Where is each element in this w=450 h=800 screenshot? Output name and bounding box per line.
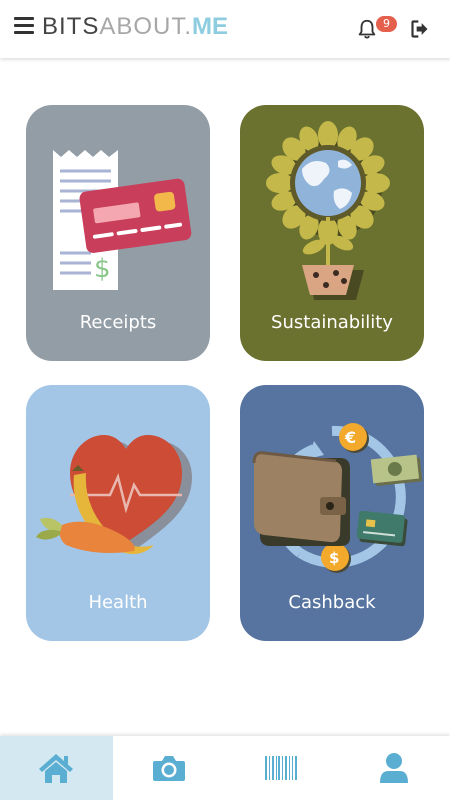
nav-camera[interactable] <box>113 736 226 800</box>
logo-bits: BITS <box>42 13 100 40</box>
card-label: Sustainability <box>271 312 393 333</box>
nav-profile[interactable] <box>338 736 450 800</box>
bell-icon[interactable] <box>356 18 378 40</box>
card-health[interactable]: Health <box>26 385 210 641</box>
top-bar: BITS ABOUT. ME 9 <box>0 0 450 58</box>
logout-icon[interactable] <box>410 19 430 39</box>
logo-about: ABOUT. <box>99 13 193 40</box>
card-receipts[interactable]: $ Receipts <box>26 105 210 361</box>
nav-barcode[interactable] <box>225 736 338 800</box>
hamburger-menu-icon[interactable] <box>14 17 34 35</box>
camera-icon <box>152 756 185 781</box>
notification-badge: 9 <box>376 16 397 32</box>
card-cashback[interactable]: € $ Cashback <box>240 385 424 641</box>
svg-text:$: $ <box>94 254 111 284</box>
bottom-navigation <box>0 736 450 800</box>
user-icon <box>379 753 408 783</box>
logo-me: ME <box>192 13 229 40</box>
card-label: Health <box>88 592 148 613</box>
home-icon <box>39 754 74 783</box>
card-label: Cashback <box>288 592 376 613</box>
barcode-icon <box>265 756 298 780</box>
app-logo[interactable]: BITS ABOUT. ME <box>42 13 228 41</box>
nav-home[interactable] <box>0 736 113 800</box>
svg-text:€: € <box>344 428 356 447</box>
card-label: Receipts <box>79 312 157 333</box>
svg-text:$: $ <box>329 549 339 567</box>
card-sustainability[interactable]: Sustainability <box>240 105 424 361</box>
